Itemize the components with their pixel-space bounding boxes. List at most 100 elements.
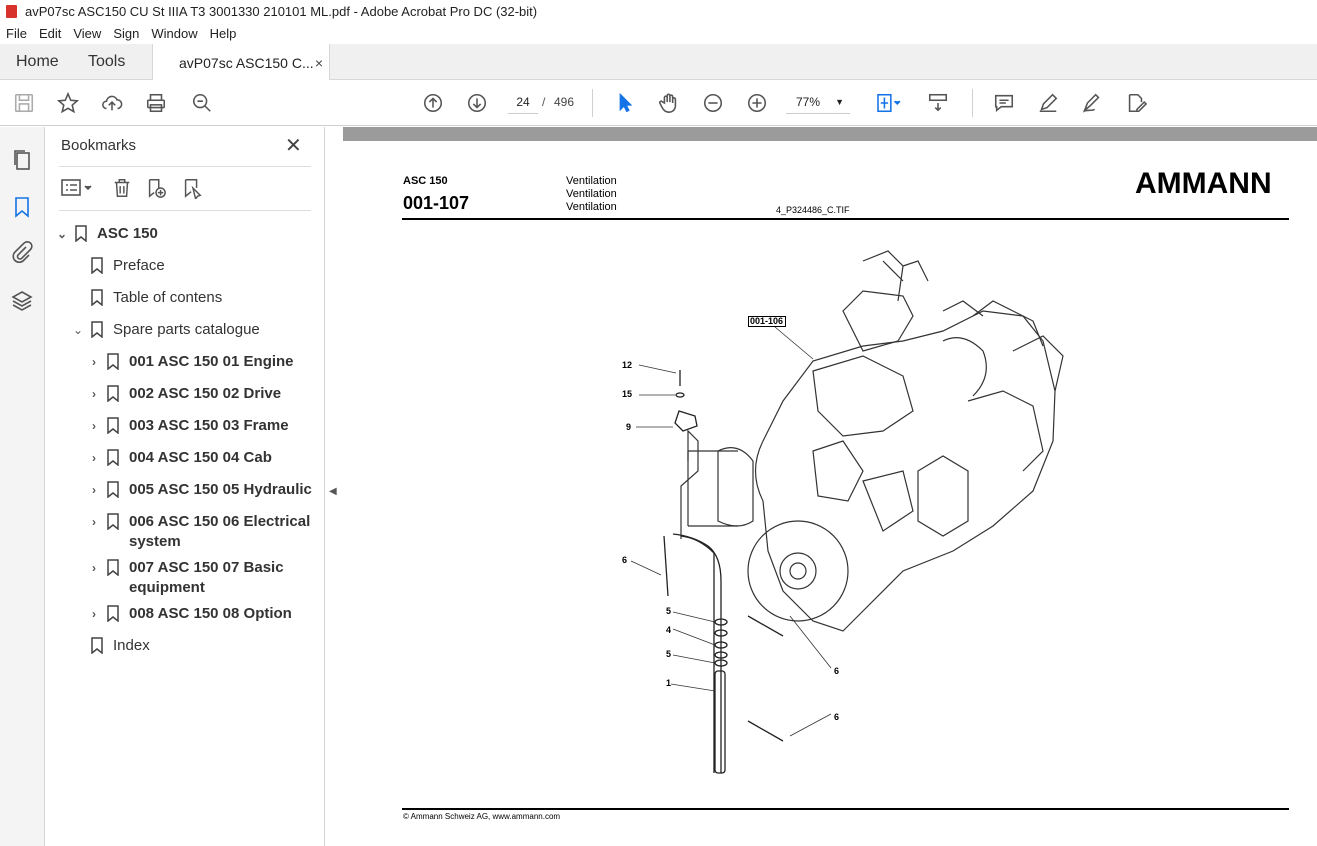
bookmark-spare-parts[interactable]: ⌄ Spare parts catalogue xyxy=(71,320,260,340)
bookmark-option[interactable]: › 008 ASC 150 08 Option xyxy=(87,604,292,624)
bookmark-preface[interactable]: Preface xyxy=(91,256,165,276)
bookmark-engine[interactable]: › 001 ASC 150 01 Engine xyxy=(87,352,294,372)
attachment-icon[interactable] xyxy=(10,240,34,265)
callout-label: 15 xyxy=(622,389,633,399)
bookmark-icon xyxy=(107,417,119,435)
chevron-right-icon[interactable]: › xyxy=(87,416,101,436)
zoom-in-icon[interactable] xyxy=(745,91,769,115)
bookmark-drive[interactable]: › 002 ASC 150 02 Drive xyxy=(87,384,281,404)
ref-label: 001-106 xyxy=(750,316,784,326)
bookmark-table-of-contents[interactable]: Table of contens xyxy=(91,288,222,308)
zoom-select[interactable]: 77% ▼ xyxy=(786,90,850,114)
menu-window[interactable]: Window xyxy=(145,26,203,41)
bookmark-icon xyxy=(107,385,119,403)
fill-sign-icon[interactable] xyxy=(1124,91,1148,115)
chevron-right-icon[interactable]: › xyxy=(87,448,101,468)
find-bookmark-icon[interactable] xyxy=(181,177,207,201)
pdf-page[interactable]: ASC 150 001-107 Ventilation Ventilation … xyxy=(343,141,1317,846)
options-menu-icon[interactable] xyxy=(59,177,99,201)
fit-page-icon[interactable] xyxy=(872,91,906,115)
toolbar-divider xyxy=(592,89,593,117)
toolbar-divider xyxy=(972,89,973,117)
delete-bookmark-icon[interactable] xyxy=(111,177,137,201)
left-navigation-rail xyxy=(0,127,45,846)
close-tab-icon[interactable]: × xyxy=(315,55,323,71)
bookmark-label: 002 ASC 150 02 Drive xyxy=(129,385,282,402)
select-cursor-icon[interactable] xyxy=(613,91,637,115)
zoom-out-icon[interactable] xyxy=(701,91,725,115)
callout-label: 6 xyxy=(834,666,840,676)
doc-footer: © Ammann Schweiz AG, www.ammann.com xyxy=(403,812,561,821)
page-total: 496 xyxy=(554,95,575,109)
chevron-right-icon[interactable]: › xyxy=(87,604,101,624)
bookmark-label: Spare parts catalogue xyxy=(113,321,260,338)
zoom-search-icon[interactable] xyxy=(190,91,214,115)
bookmark-frame[interactable]: › 003 ASC 150 03 Frame xyxy=(87,416,289,436)
window-title: avP07sc ASC150 CU St IIIA T3 3001330 210… xyxy=(25,4,538,19)
bookmark-cab[interactable]: › 004 ASC 150 04 Cab xyxy=(87,448,272,468)
menu-help[interactable]: Help xyxy=(204,26,243,41)
chevron-right-icon[interactable]: › xyxy=(87,384,101,404)
panel-divider xyxy=(59,166,311,167)
callout-label: 6 xyxy=(834,712,840,722)
tab-home[interactable]: Home xyxy=(16,44,59,80)
new-bookmark-icon[interactable] xyxy=(145,177,171,201)
chevron-right-icon[interactable]: › xyxy=(87,558,101,578)
bookmark-panel-icon[interactable] xyxy=(10,195,34,219)
bookmark-icon xyxy=(107,559,119,577)
next-page-icon[interactable] xyxy=(465,91,489,115)
bookmark-icon xyxy=(107,449,119,467)
panel-title: Bookmarks xyxy=(61,137,137,154)
callout-label: 5 xyxy=(666,649,672,659)
bookmarks-panel: Bookmarks ✕ ⌄ ASC 150 Preface Table of co… xyxy=(45,127,325,846)
bookmark-electrical[interactable]: › 006 ASC 150 06 Electrical system xyxy=(87,512,310,552)
menu-view[interactable]: View xyxy=(67,26,107,41)
bookmark-hydraulic[interactable]: › 005 ASC 150 05 Hydraulic xyxy=(87,480,312,500)
tab-tools[interactable]: Tools xyxy=(88,44,125,80)
save-icon[interactable] xyxy=(12,91,36,115)
bookmark-label: 008 ASC 150 08 Option xyxy=(129,605,292,622)
hand-tool-icon[interactable] xyxy=(657,91,681,115)
bookmark-label: 004 ASC 150 04 Cab xyxy=(129,449,272,466)
collapse-panel-icon[interactable]: ◀ xyxy=(329,486,337,497)
callout-label: 9 xyxy=(626,422,632,432)
chevron-right-icon[interactable]: › xyxy=(87,480,101,500)
chevron-down-icon[interactable]: ⌄ xyxy=(55,224,69,244)
menu-edit[interactable]: Edit xyxy=(33,26,67,41)
layers-icon[interactable] xyxy=(10,289,34,313)
chevron-right-icon[interactable]: › xyxy=(87,512,101,532)
bookmark-basic-equipment[interactable]: › 007 ASC 150 07 Basic equipment xyxy=(87,558,284,598)
upload-cloud-icon[interactable] xyxy=(100,91,124,115)
tab-row: Home Tools avP07sc ASC150 C... × xyxy=(0,44,1317,81)
footer-rule xyxy=(402,808,1289,810)
comment-icon[interactable] xyxy=(992,91,1016,115)
menu-sign[interactable]: Sign xyxy=(107,26,145,41)
menu-file[interactable]: File xyxy=(0,26,33,41)
bookmark-asc150[interactable]: ⌄ ASC 150 xyxy=(55,224,158,244)
callout-label: 5 xyxy=(666,606,672,616)
callout-label: 4 xyxy=(666,625,672,635)
chevron-right-icon[interactable]: › xyxy=(87,352,101,372)
title-bar: avP07sc ASC150 CU St IIIA T3 3001330 210… xyxy=(0,0,1317,23)
close-panel-icon[interactable]: ✕ xyxy=(285,133,302,158)
bookmark-icon xyxy=(75,225,87,243)
page-gap xyxy=(343,127,1317,141)
bookmark-index[interactable]: Index xyxy=(91,636,150,656)
page-number-input[interactable]: 24 xyxy=(508,90,538,114)
print-icon[interactable] xyxy=(144,91,168,115)
chevron-down-icon[interactable]: ⌄ xyxy=(71,320,85,340)
menu-bar: File Edit View Sign Window Help xyxy=(0,23,1317,44)
pdf-file-icon xyxy=(6,5,17,18)
bookmark-icon xyxy=(107,513,119,531)
star-icon[interactable] xyxy=(56,91,80,115)
tab-document[interactable]: avP07sc ASC150 C... × xyxy=(152,44,330,81)
bookmark-icon xyxy=(91,637,103,655)
highlight-pen-icon[interactable] xyxy=(1036,91,1060,115)
scroll-mode-icon[interactable] xyxy=(926,91,950,115)
bookmark-label-line2: system xyxy=(129,533,181,550)
bookmark-icon xyxy=(91,289,103,307)
draw-sign-icon[interactable] xyxy=(1080,91,1104,115)
page-thumbnails-icon[interactable] xyxy=(10,148,34,172)
prev-page-icon[interactable] xyxy=(421,91,445,115)
bookmark-label: 006 ASC 150 06 Electrical xyxy=(129,513,311,530)
